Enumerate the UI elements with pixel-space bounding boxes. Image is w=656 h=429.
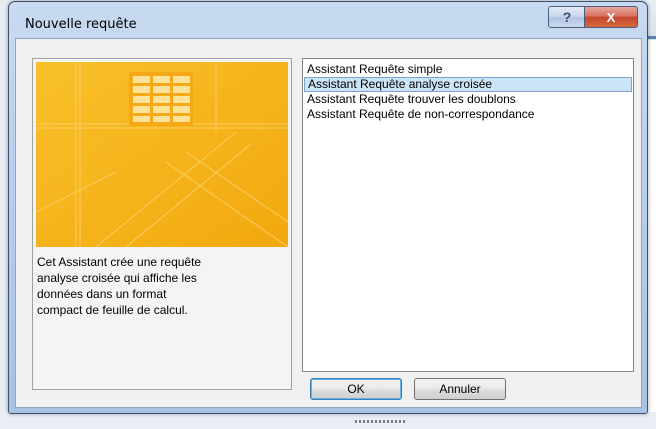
background-status-area [0,412,656,429]
list-item-crosstab-query[interactable]: Assistant Requête analyse croisée [304,77,632,92]
wizard-listbox[interactable]: Assistant Requête simple Assistant Requê… [302,58,634,372]
ok-button[interactable]: OK [310,378,402,400]
description-line: analyse croisée qui affiche les [37,271,197,285]
new-query-dialog: Nouvelle requête ? X Cet Assistant crée … [8,1,648,414]
cancel-button[interactable]: Annuler [414,378,506,400]
dialog-titlebar[interactable]: Nouvelle requête ? X [9,2,647,38]
list-item-find-unmatched[interactable]: Assistant Requête de non-correspondance [304,107,632,122]
help-icon: ? [562,9,572,25]
help-button[interactable]: ? [548,6,586,28]
description-line: compact de feuille de calcul. [37,303,188,317]
list-item-find-duplicates[interactable]: Assistant Requête trouver les doublons [304,92,632,107]
crosstab-preview-image [36,62,288,247]
description-line: Cet Assistant crée une requête [37,255,202,269]
close-icon: X [606,9,616,25]
grid-table-icon [129,72,193,126]
dialog-title: Nouvelle requête [25,17,137,32]
wizard-description: Cet Assistant crée une requête analyse c… [37,254,277,318]
wizard-preview-panel: Cet Assistant crée une requête analyse c… [32,58,292,390]
description-line: données dans un format [37,287,167,301]
list-item-simple-query[interactable]: Assistant Requête simple [304,62,632,77]
resize-grip-icon[interactable] [355,420,405,423]
dialog-client-area: Cet Assistant crée une requête analyse c… [15,38,642,408]
close-button[interactable]: X [584,6,638,28]
